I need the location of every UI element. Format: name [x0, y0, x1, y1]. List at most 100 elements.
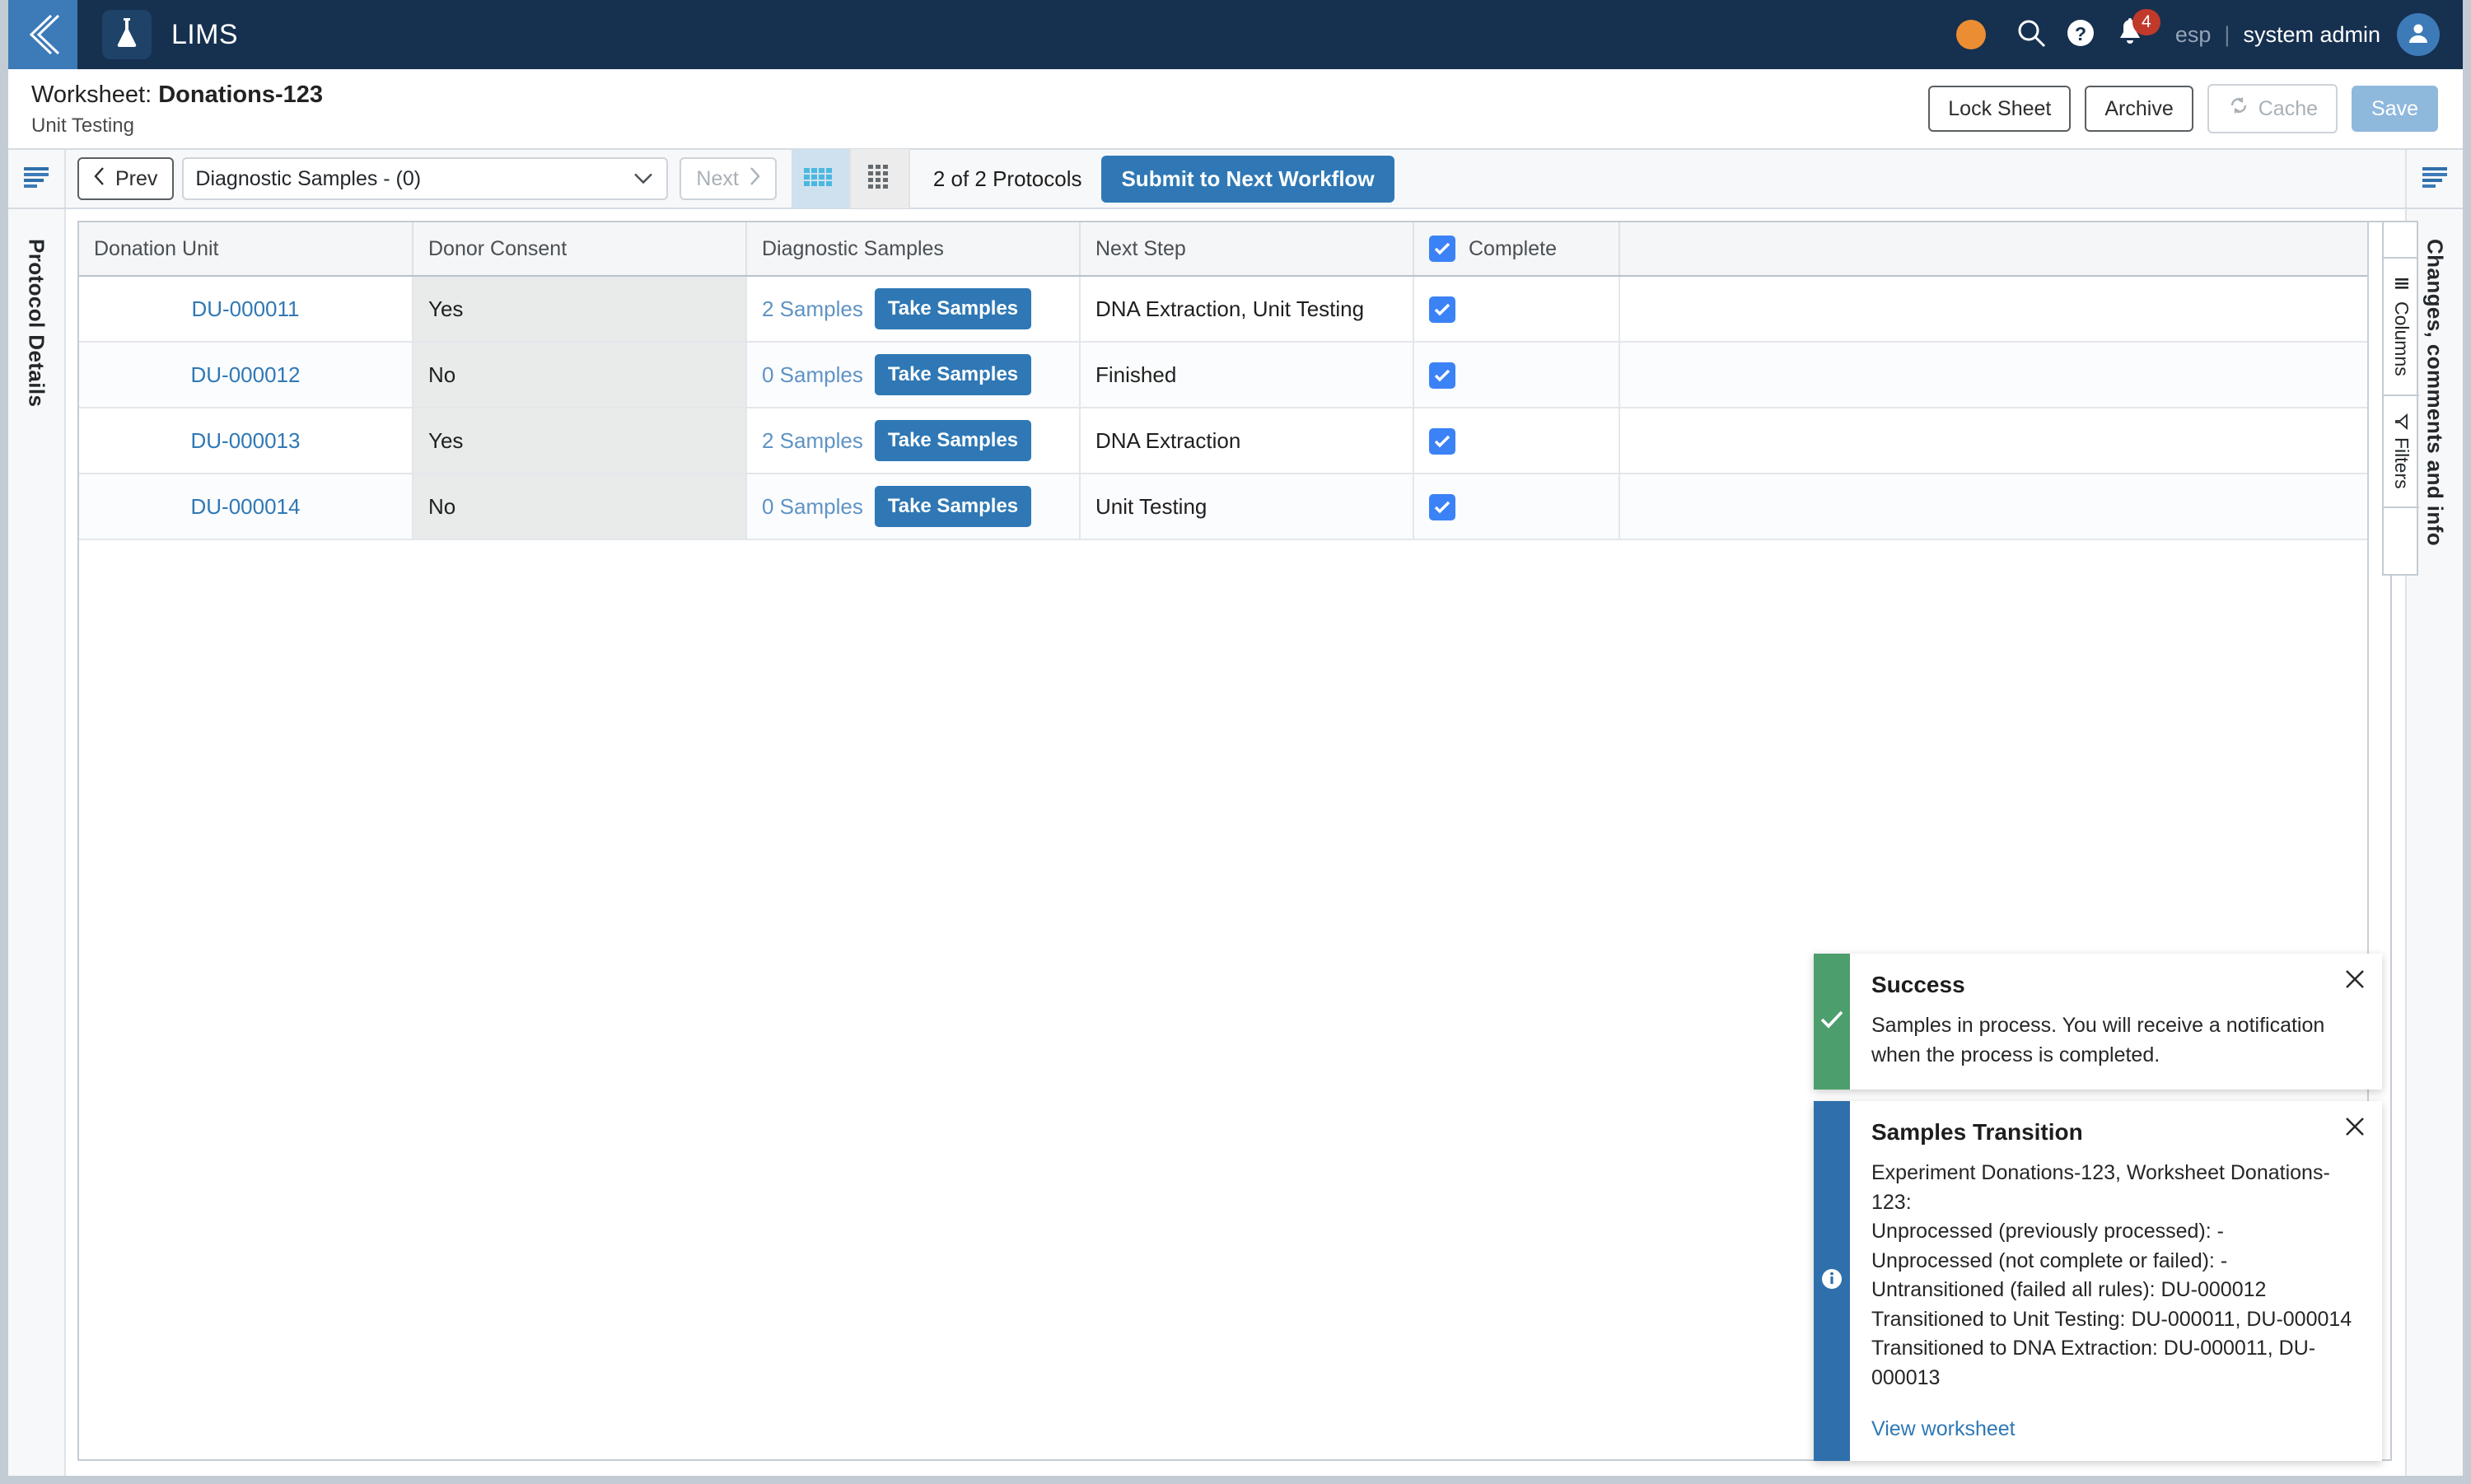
column-header-complete[interactable]: Complete: [1413, 222, 1620, 277]
samples-count-link[interactable]: 0 Samples: [762, 362, 863, 388]
table-row[interactable]: DU-000012 No 0 Samples Take Samples Fini…: [79, 342, 2390, 408]
prev-protocol-button[interactable]: Prev: [77, 157, 175, 200]
toast-success-message: Samples in process. You will receive a n…: [1871, 1014, 2325, 1066]
cell-filler: [1619, 474, 2390, 540]
donation-unit-link[interactable]: DU-000013: [191, 428, 301, 453]
toast-info-stripe: [1814, 1101, 1850, 1461]
save-button[interactable]: Save: [2352, 85, 2438, 133]
complete-checkbox[interactable]: [1429, 493, 1455, 520]
column-header-diagnostic-samples[interactable]: Diagnostic Samples: [746, 222, 1081, 277]
tab-columns-label: Columns: [2391, 301, 2413, 376]
worksheet-table: Donation Unit Donor Consent Diagnostic S…: [79, 222, 2390, 540]
cache-button-label: Cache: [2258, 96, 2319, 120]
column-header-filler: [1619, 222, 2390, 277]
left-panel-toggle[interactable]: [8, 150, 66, 208]
take-samples-button[interactable]: Take Samples: [874, 420, 1032, 461]
app-window: LIMS ? 4 esp | system admin Worksheet: D…: [0, 0, 2471, 1484]
complete-checkbox[interactable]: [1429, 427, 1455, 455]
cell-complete: [1413, 408, 1620, 474]
chevron-left-icon: [25, 12, 61, 57]
next-protocol-button[interactable]: Next: [680, 157, 777, 200]
nav-right-actions: ? 4 esp | system admin: [1955, 9, 2463, 57]
title-block: Worksheet: Donations-123 Unit Testing: [31, 80, 323, 137]
donation-unit-link[interactable]: DU-000012: [191, 362, 301, 387]
select-all-complete-checkbox[interactable]: [1429, 236, 1455, 262]
cell-filler: [1619, 276, 2390, 343]
user-avatar-icon: [2406, 21, 2431, 49]
protocol-select[interactable]: Diagnostic Samples - (0): [182, 157, 669, 200]
view-worksheet-link[interactable]: View worksheet: [1871, 1417, 2016, 1441]
protocol-details-panel[interactable]: Protocol Details: [8, 209, 66, 1476]
complete-checkbox[interactable]: [1429, 296, 1455, 323]
toast-success-body: Success Samples in process. You will rec…: [1850, 954, 2382, 1090]
donation-unit-link[interactable]: DU-000014: [191, 494, 301, 519]
column-header-donor-consent[interactable]: Donor Consent: [413, 222, 747, 277]
cell-donor-consent[interactable]: No: [413, 342, 747, 408]
cell-complete: [1413, 276, 1620, 343]
column-header-complete-label: Complete: [1469, 236, 1557, 260]
menu-lines-icon: [22, 166, 50, 192]
cell-diagnostic-samples: 0 Samples Take Samples: [746, 474, 1081, 540]
chevron-right-small-icon: [749, 166, 760, 192]
samples-count-link[interactable]: 0 Samples: [762, 494, 863, 520]
tab-columns[interactable]: Columns: [2384, 259, 2419, 396]
table-row[interactable]: DU-000014 No 0 Samples Take Samples Unit…: [79, 474, 2390, 540]
cell-donor-consent[interactable]: Yes: [413, 276, 747, 343]
cell-diagnostic-samples: 2 Samples Take Samples: [746, 408, 1081, 474]
cell-donor-consent[interactable]: No: [413, 474, 747, 540]
help-button[interactable]: ?: [2058, 12, 2103, 57]
table-row[interactable]: DU-000013 Yes 2 Samples Take Samples DNA…: [79, 408, 2390, 474]
current-user-name[interactable]: system admin: [2243, 22, 2380, 48]
toast-success-title: Success: [1871, 972, 1965, 997]
protocol-count-label: 2 of 2 Protocols: [932, 166, 1082, 191]
take-samples-button[interactable]: Take Samples: [874, 288, 1032, 329]
submit-to-next-workflow-button[interactable]: Submit to Next Workflow: [1101, 155, 1394, 203]
changes-comments-info-label: Changes, comments and info: [2422, 239, 2448, 547]
lock-sheet-button[interactable]: Lock Sheet: [1928, 85, 2072, 133]
status-dot-indicator[interactable]: [1955, 20, 1986, 49]
worksheet-label: Worksheet:: [31, 82, 152, 109]
toast-info-body: Samples Transition Experiment Donations-…: [1850, 1101, 2382, 1461]
avatar[interactable]: [2397, 13, 2440, 56]
tab-filters-label: Filters: [2391, 436, 2413, 489]
take-samples-button[interactable]: Take Samples: [874, 486, 1032, 527]
right-panel-toggle[interactable]: [2405, 150, 2463, 208]
cache-button[interactable]: Cache: [2207, 83, 2338, 134]
samples-count-link[interactable]: 2 Samples: [762, 428, 863, 454]
tab-filters[interactable]: Filters: [2384, 396, 2419, 509]
cell-donor-consent[interactable]: Yes: [413, 408, 747, 474]
worksheet-grid-area: Donation Unit Donor Consent Diagnostic S…: [66, 209, 2419, 1476]
flask-icon: [113, 16, 141, 54]
toast-samples-transition: Samples Transition Experiment Donations-…: [1814, 1101, 2382, 1461]
column-header-next-step[interactable]: Next Step: [1080, 222, 1414, 277]
cell-next-step: Unit Testing: [1080, 474, 1414, 540]
archive-button[interactable]: Archive: [2085, 85, 2193, 133]
complete-checkbox[interactable]: [1429, 362, 1455, 389]
donation-unit-link[interactable]: DU-000011: [191, 296, 299, 321]
card-view-button[interactable]: [850, 149, 910, 208]
grid-dots-icon: [867, 164, 891, 194]
top-navigation-bar: LIMS ? 4 esp | system admin: [8, 0, 2463, 69]
svg-text:?: ?: [2075, 23, 2086, 44]
table-body: DU-000011 Yes 2 Samples Take Samples DNA…: [79, 276, 2390, 540]
info-icon: [1821, 1268, 1843, 1294]
grid-dense-icon: [803, 166, 837, 192]
refresh-icon: [2227, 94, 2250, 124]
close-icon[interactable]: [2344, 968, 2366, 994]
column-header-donation-unit[interactable]: Donation Unit: [79, 222, 413, 277]
take-samples-button[interactable]: Take Samples: [874, 354, 1032, 395]
sidebar-collapse-button[interactable]: [8, 0, 77, 69]
toast-info-message: Experiment Donations-123, Worksheet Dona…: [1871, 1161, 2352, 1389]
grid-view-button[interactable]: [791, 149, 851, 208]
search-button[interactable]: [2009, 12, 2053, 57]
language-selector[interactable]: esp: [2175, 22, 2212, 48]
notifications-button[interactable]: 4: [2108, 9, 2160, 57]
samples-count-link[interactable]: 2 Samples: [762, 296, 863, 322]
check-icon: [1820, 1010, 1843, 1033]
close-icon[interactable]: [2344, 1116, 2366, 1141]
cell-donation-unit: DU-000011: [79, 276, 413, 343]
filter-icon: [2390, 413, 2413, 430]
cell-donation-unit: DU-000012: [79, 342, 413, 408]
table-row[interactable]: DU-000011 Yes 2 Samples Take Samples DNA…: [79, 276, 2390, 343]
notification-badge: 4: [2132, 9, 2160, 35]
